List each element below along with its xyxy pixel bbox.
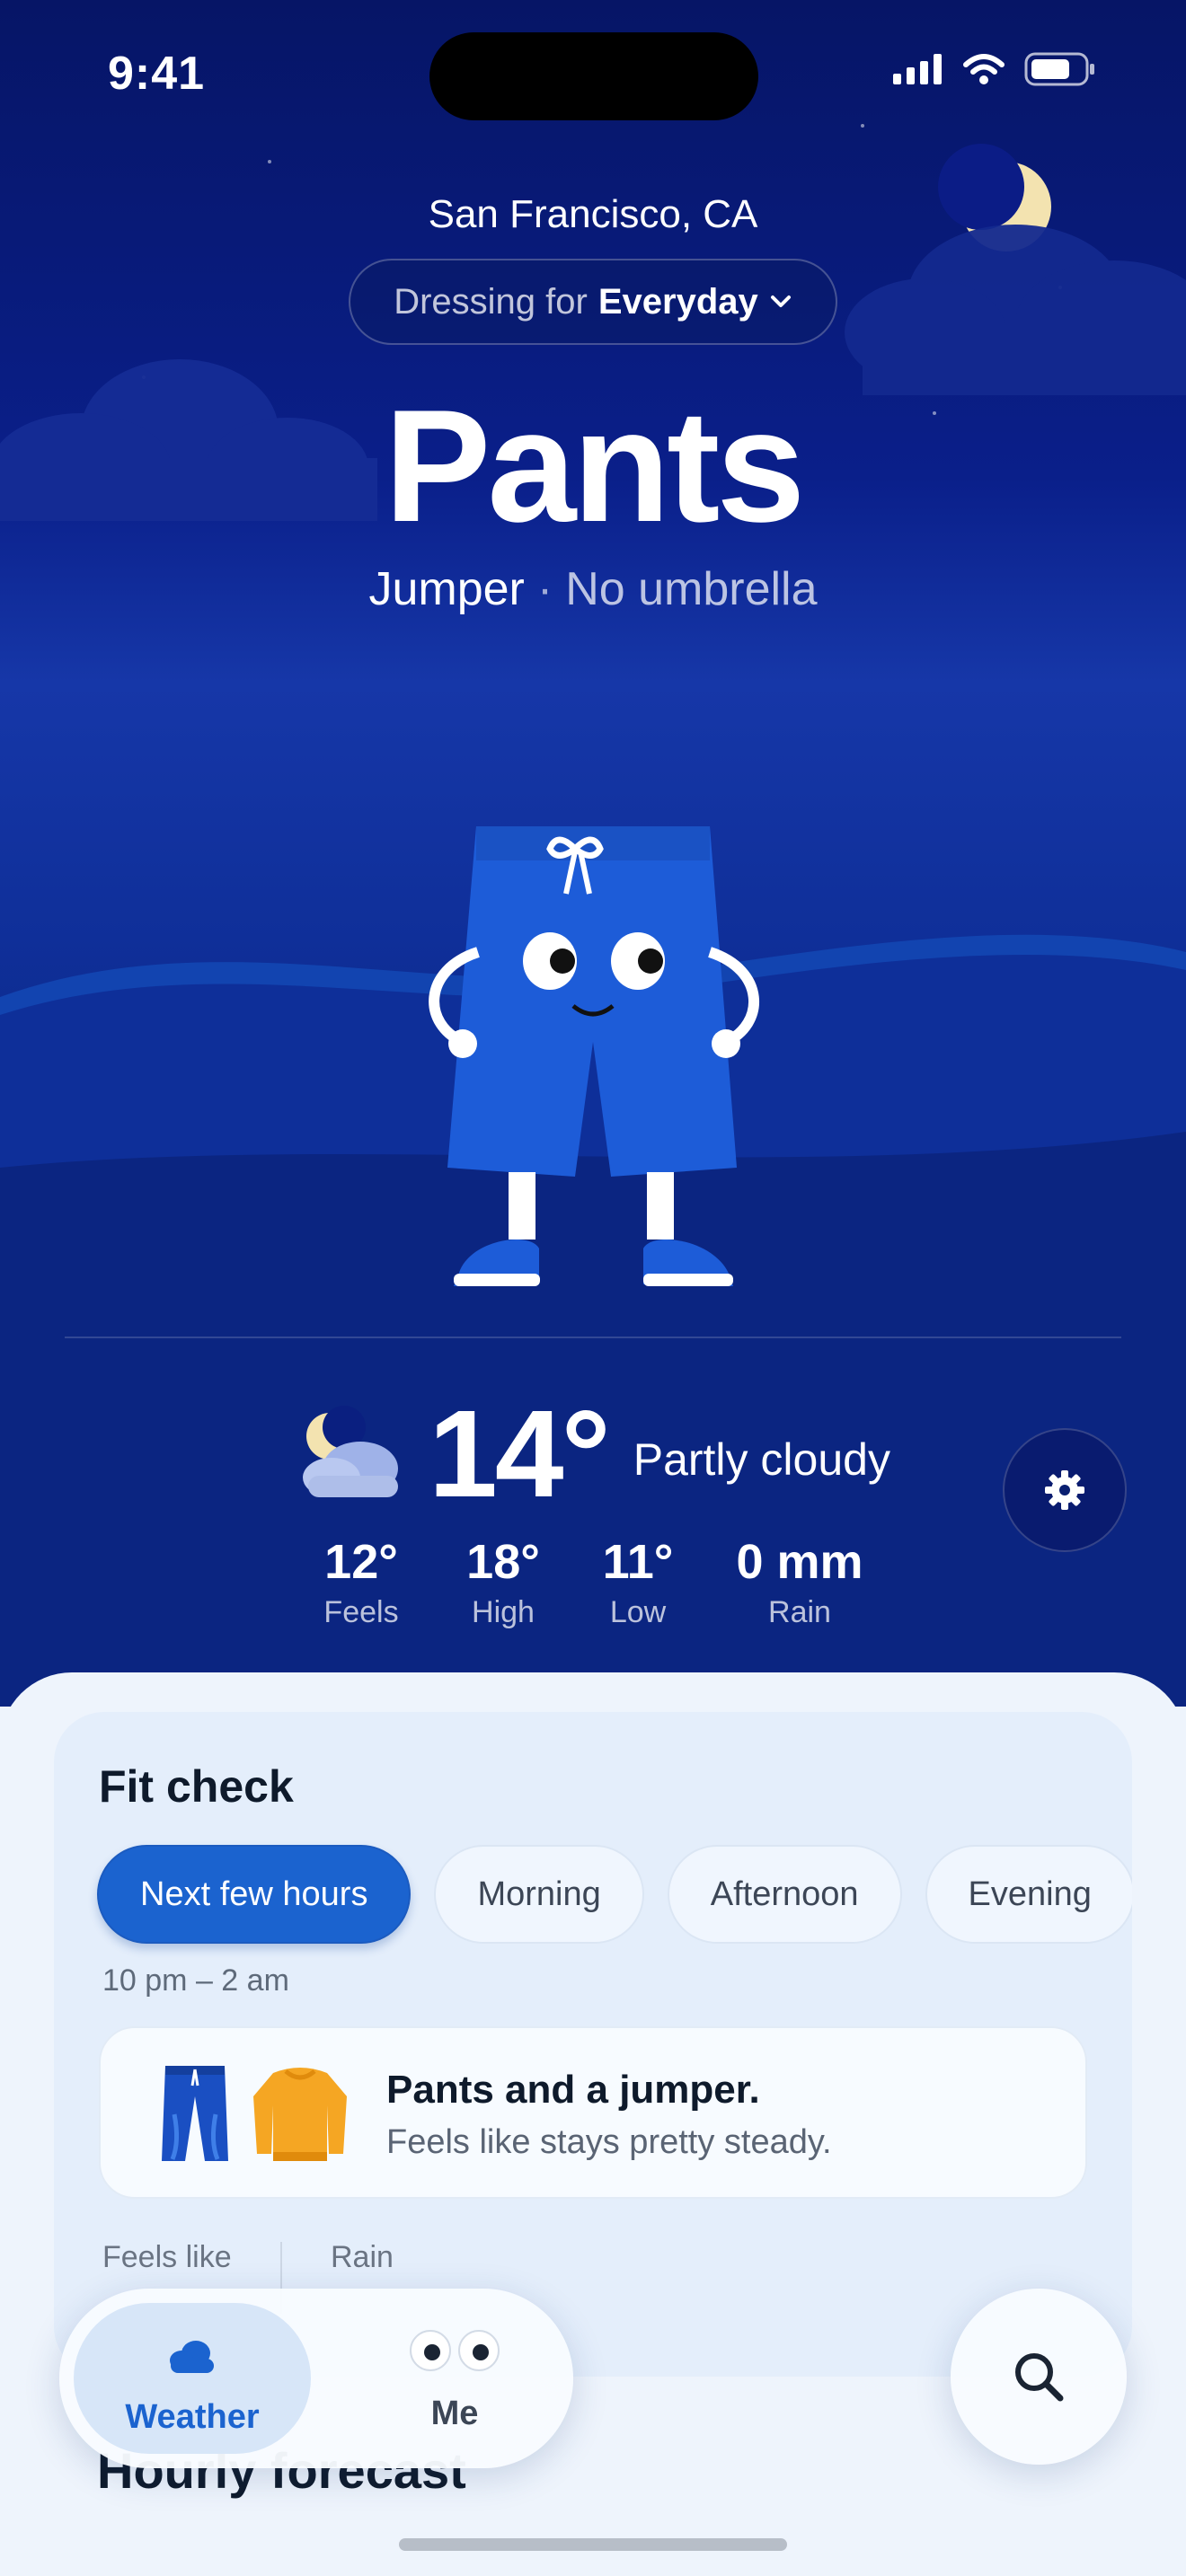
cloud-right-illustration <box>845 225 1186 395</box>
current-temperature: 14° <box>429 1385 611 1523</box>
moon-cloud-icon <box>303 1405 399 1497</box>
outfit-headline: Pants <box>384 376 806 555</box>
stat-value: 11° <box>602 1535 674 1589</box>
mode-value: Everyday <box>597 281 758 322</box>
secondary-item: Jumper <box>368 563 525 615</box>
cloud-icon <box>170 2341 214 2373</box>
stat-label: Rain <box>768 1595 831 1629</box>
hero-divider <box>65 1337 1121 1338</box>
chip-next-few-hours[interactable]: Next few hours <box>97 1845 412 1944</box>
advice-subtitle: Feels like stays pretty steady. <box>386 2123 832 2161</box>
location-label: San Francisco, CA <box>428 192 758 236</box>
feels-like-label: Feels like <box>102 2240 232 2274</box>
dynamic-island <box>429 32 758 120</box>
tab-me-label: Me <box>430 2395 479 2432</box>
battery-icon <box>1024 52 1094 86</box>
jumper-icon <box>253 2068 347 2161</box>
wifi-icon <box>963 54 1005 84</box>
pants-icon <box>162 2066 228 2161</box>
tab-weather-label: Weather <box>125 2398 260 2436</box>
chevron-down-icon <box>770 296 791 307</box>
status-icons <box>893 52 1096 86</box>
chip-morning[interactable]: Morning <box>434 1845 644 1944</box>
eyes-icon <box>410 2330 500 2371</box>
search-icon <box>1015 2353 1064 2402</box>
separator-dot: · <box>536 563 553 615</box>
status-time: 9:41 <box>108 48 206 100</box>
status-bar: 9:41 <box>0 0 1186 144</box>
home-indicator <box>399 2538 787 2551</box>
stat-value: 0 mm <box>736 1535 863 1589</box>
time-period-chips: Next few hours Morning Afternoon Evening <box>97 1845 1132 1944</box>
umbrella-advice: No umbrella <box>565 563 818 615</box>
tab-weather[interactable]: Weather <box>74 2303 311 2454</box>
gear-icon <box>1045 1470 1084 1510</box>
stat-low: 11° Low <box>548 1534 728 1630</box>
tab-bar: Weather Me <box>59 2289 573 2468</box>
chip-afternoon[interactable]: Afternoon <box>667 1845 902 1944</box>
time-range-label: 10 pm – 2 am <box>102 1963 289 1998</box>
chip-evening[interactable]: Evening <box>925 1845 1132 1944</box>
outfit-advice-card: Pants and a jumper. Feels like stays pre… <box>99 2026 1087 2199</box>
search-button[interactable] <box>951 2289 1127 2465</box>
fit-check-title: Fit check <box>99 1761 294 1812</box>
dressing-mode-selector[interactable]: Dressing for Everyday <box>349 259 837 345</box>
condition-label: Partly cloudy <box>633 1434 890 1485</box>
fit-check-card: Fit check Next few hours Morning Afterno… <box>54 1712 1132 2377</box>
settings-button[interactable] <box>1003 1428 1127 1552</box>
signal-icon <box>893 54 942 84</box>
rain-label: Rain <box>331 2240 394 2274</box>
advice-title: Pants and a jumper. <box>386 2068 760 2112</box>
stat-label: Low <box>609 1595 667 1629</box>
stat-rain: 0 mm Rain <box>710 1534 890 1630</box>
mode-prefix: Dressing for <box>394 281 588 322</box>
tab-me[interactable]: Me <box>365 2303 544 2454</box>
outfit-subline: Jumper · No umbrella <box>0 562 1186 616</box>
